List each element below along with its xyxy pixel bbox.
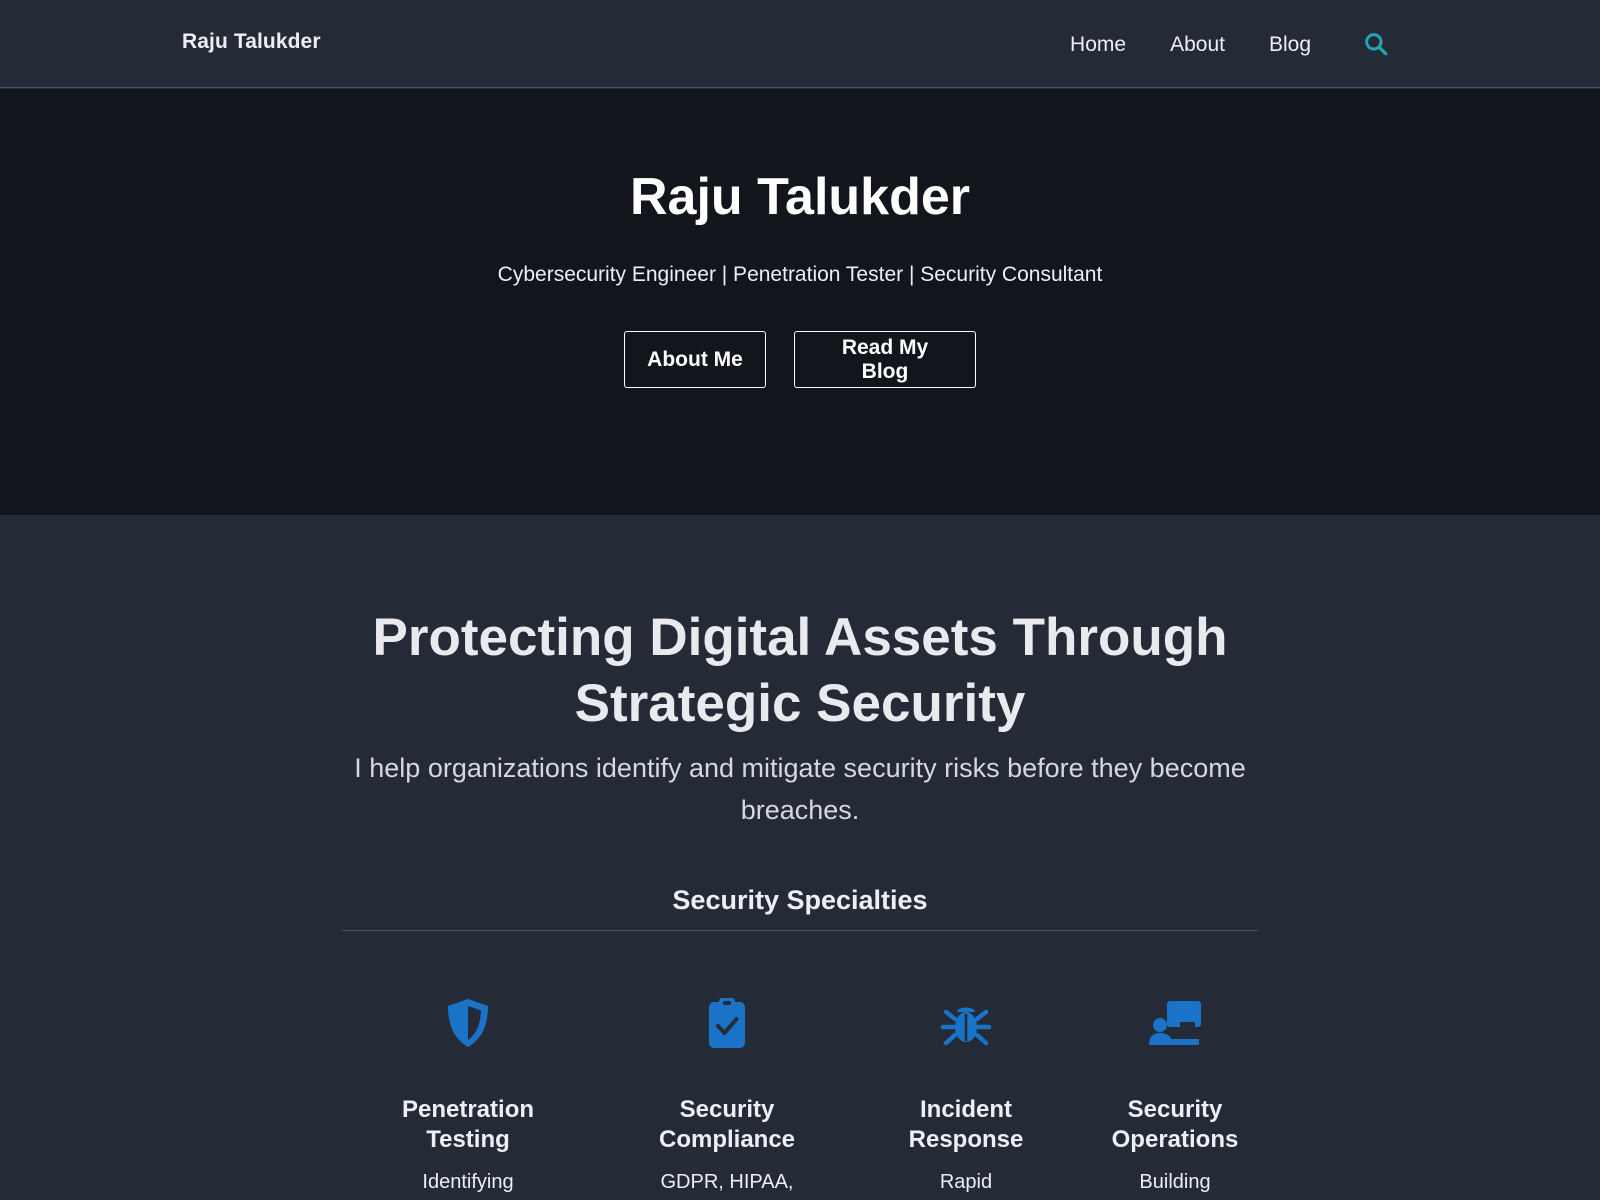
specialty-description: Rapid xyxy=(939,1171,993,1193)
specialty-title: Security Operations xyxy=(1100,1095,1250,1155)
specialty-card-security-compliance: Security Compliance GDPR, HIPAA, xyxy=(647,995,807,1195)
specialty-title: Security Compliance xyxy=(647,1095,807,1155)
nav-link-about[interactable]: About xyxy=(1170,34,1225,55)
brand-logo-link[interactable]: Raju Talukder xyxy=(182,30,321,54)
specialty-description: GDPR, HIPAA, xyxy=(660,1171,794,1193)
hero-section: Raju Talukder Cybersecurity Engineer | P… xyxy=(0,89,1600,515)
read-my-blog-button[interactable]: Read My Blog xyxy=(794,331,976,388)
headline-line-2: Strategic Security xyxy=(574,674,1026,733)
hero-title: Raju Talukder xyxy=(629,168,970,226)
hero-buttons: About Me Read My Blog xyxy=(0,331,1600,388)
specialty-title-line-1: Security xyxy=(679,1096,775,1123)
specialty-title-line-1: Incident xyxy=(919,1096,1012,1123)
specialty-card-penetration-testing: Penetration Testing Identifying xyxy=(398,995,538,1195)
main-nav: Home About Blog xyxy=(1070,0,1600,88)
specialty-card-security-operations: Security Operations Building xyxy=(1100,995,1250,1195)
top-navbar: Raju Talukder Home About Blog xyxy=(0,0,1600,88)
shield-icon xyxy=(448,999,488,1047)
specialty-description: Identifying xyxy=(422,1171,514,1193)
chalkboard-user-icon xyxy=(1149,1001,1201,1045)
specialty-title-line-2: Operations xyxy=(1111,1126,1239,1153)
hero-subtitle: Cybersecurity Engineer | Penetration Tes… xyxy=(497,263,1103,286)
specialty-title: Penetration Testing xyxy=(398,1095,538,1155)
specialty-card-incident-response: Incident Response Rapid xyxy=(896,995,1036,1195)
specialty-title-line-2: Compliance xyxy=(658,1126,796,1153)
lead-paragraph: I help organizations identify and mitiga… xyxy=(340,747,1260,831)
main-content: Protecting Digital Assets Through Strate… xyxy=(0,515,1600,1200)
lead-line-1: I help organizations identify and mitiga… xyxy=(354,753,1246,783)
main-headline: Protecting Digital Assets Through Strate… xyxy=(300,605,1300,737)
specialty-title-line-2: Testing xyxy=(426,1126,510,1153)
lead-line-2: breaches. xyxy=(740,795,860,825)
search-icon[interactable] xyxy=(1363,31,1389,57)
nav-link-home[interactable]: Home xyxy=(1070,34,1126,55)
specialty-description: Building xyxy=(1139,1171,1211,1193)
headline-line-1: Protecting Digital Assets Through xyxy=(372,608,1228,667)
specialty-title-line-2: Response xyxy=(908,1126,1024,1153)
specialties-divider xyxy=(342,930,1258,931)
clipboard-check-icon xyxy=(709,998,745,1048)
specialties-heading: Security Specialties xyxy=(672,885,928,915)
bug-icon xyxy=(940,1007,992,1046)
specialty-title-line-1: Security xyxy=(1127,1096,1223,1123)
specialty-title: Incident Response xyxy=(896,1095,1036,1155)
about-me-button[interactable]: About Me xyxy=(624,331,766,388)
nav-link-blog[interactable]: Blog xyxy=(1269,34,1311,55)
specialty-title-line-1: Penetration xyxy=(401,1096,535,1123)
